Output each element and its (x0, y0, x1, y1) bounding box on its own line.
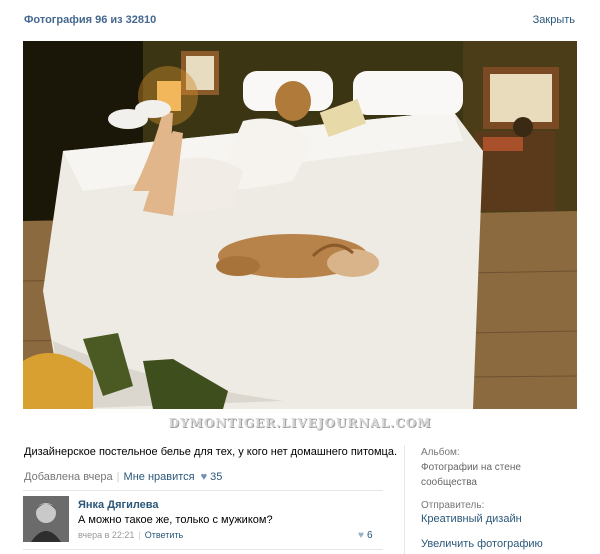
post-meta: Добавлена вчера | Мне нравится ♥ 35 (24, 471, 222, 483)
photo-watermark: DYMONTIGER.LIVEJOURNAL.COM (168, 416, 432, 430)
meta-separator: | (138, 530, 141, 540)
bedroom-photo-illustration (23, 41, 577, 409)
heart-icon[interactable]: ♥ (358, 530, 364, 541)
meta-separator: | (116, 471, 120, 483)
enlarge-photo-link[interactable]: Увеличить фотографию (421, 538, 543, 550)
heart-icon[interactable]: ♥ (201, 471, 208, 483)
comment-text: А можно такое же, только с мужиком? (78, 514, 273, 526)
reply-link[interactable]: Ответить (145, 530, 183, 540)
comment-meta: вчера в 22:21 | Ответить (78, 530, 183, 540)
sidebar-divider (404, 445, 405, 554)
added-date: Добавлена вчера (24, 471, 113, 483)
comment-author-link[interactable]: Янка Дягилева (78, 499, 159, 511)
close-button[interactable]: Закрыть (533, 14, 575, 26)
divider (23, 490, 383, 491)
avatar-portrait-icon (23, 496, 69, 542)
like-link[interactable]: Мне нравится (124, 471, 195, 483)
album-value: Фотографии на стене сообщества (421, 462, 521, 488)
sender-link[interactable]: Креативный дизайн (421, 513, 522, 525)
photo-description: Дизайнерское постельное белье для тех, у… (24, 446, 398, 458)
photo-image[interactable] (23, 41, 577, 409)
comment-like-count: 6 (366, 530, 373, 541)
like-count: 35 (210, 471, 223, 483)
avatar[interactable] (23, 496, 69, 542)
comment-like[interactable]: ♥ 6 (358, 530, 373, 541)
comment-date: вчера в 22:21 (78, 530, 135, 540)
sender-label: Отправитель: (421, 500, 485, 511)
album-label: Альбом: (421, 447, 460, 458)
divider (23, 549, 383, 550)
photo-counter-title: Фотография 96 из 32810 (24, 14, 157, 26)
